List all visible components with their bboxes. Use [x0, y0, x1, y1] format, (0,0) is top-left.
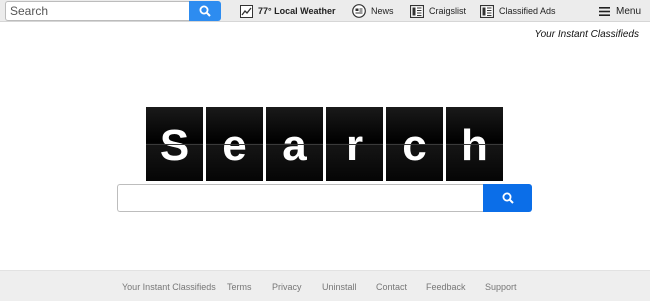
- footer: Your Instant Classifieds Terms Privacy U…: [0, 270, 650, 301]
- main-search-bar: [117, 184, 532, 212]
- top-toolbar: 77° Local Weather News Craigslist Classi…: [0, 0, 650, 22]
- newspaper-icon: [480, 4, 494, 18]
- classified-ads-link[interactable]: Classified Ads: [480, 0, 556, 22]
- search-icon: [502, 192, 514, 204]
- logo-letter: S: [159, 121, 190, 170]
- logo-tile: S: [146, 107, 203, 181]
- toolbar-search-button[interactable]: [189, 1, 221, 21]
- search-logo: S e a r c h: [146, 107, 504, 181]
- craigslist-label: Craigslist: [429, 6, 467, 16]
- local-weather-link[interactable]: 77° Local Weather: [239, 0, 336, 22]
- newspaper-icon: [410, 4, 424, 18]
- footer-link-contact[interactable]: Contact: [376, 282, 407, 292]
- footer-link-feedback[interactable]: Feedback: [426, 282, 466, 292]
- news-icon: [352, 4, 366, 18]
- logo-letter: r: [345, 121, 364, 170]
- toolbar-search-input[interactable]: [5, 1, 189, 21]
- logo-letter: a: [282, 121, 307, 170]
- main-search-button[interactable]: [483, 184, 532, 212]
- footer-link-terms[interactable]: Terms: [227, 282, 252, 292]
- logo-tile: e: [206, 107, 263, 181]
- footer-link-privacy[interactable]: Privacy: [272, 282, 302, 292]
- classified-ads-label: Classified Ads: [499, 6, 556, 16]
- weather-label: Local Weather: [274, 6, 336, 16]
- craigslist-link[interactable]: Craigslist: [410, 0, 466, 22]
- news-link[interactable]: News: [352, 0, 394, 22]
- logo-tile: h: [446, 107, 503, 181]
- logo-tile: r: [326, 107, 383, 181]
- weather-temperature: 77°: [258, 6, 272, 16]
- tagline: Your Instant Classifieds: [534, 29, 640, 40]
- footer-link-your-instant-classifieds[interactable]: Your Instant Classifieds: [122, 282, 216, 292]
- weather-chart-icon: [239, 4, 253, 18]
- main-search-input[interactable]: [117, 184, 483, 212]
- logo-tile: c: [386, 107, 443, 181]
- logo-letter: c: [402, 121, 427, 170]
- search-icon: [199, 5, 211, 17]
- hamburger-icon: [597, 4, 611, 18]
- toolbar-search: [5, 1, 221, 21]
- footer-link-uninstall[interactable]: Uninstall: [322, 282, 357, 292]
- logo-tile: a: [266, 107, 323, 181]
- menu-label: Menu: [616, 5, 642, 17]
- news-label: News: [371, 6, 394, 16]
- logo-letter: h: [461, 121, 488, 170]
- footer-link-support[interactable]: Support: [485, 282, 517, 292]
- logo-letter: e: [222, 121, 247, 170]
- menu-button[interactable]: Menu: [597, 0, 641, 22]
